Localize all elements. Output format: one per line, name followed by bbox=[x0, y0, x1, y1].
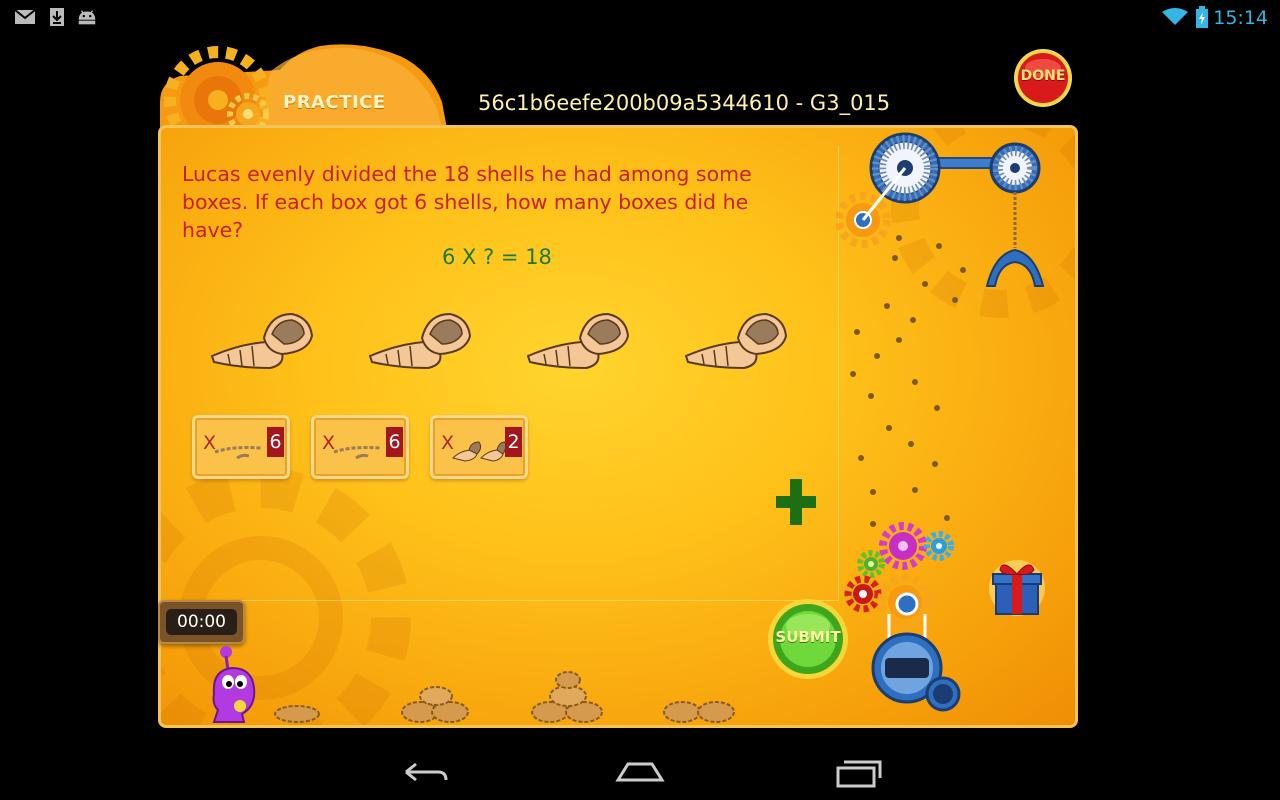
question-text: Lucas evenly divided the 18 shells he ha… bbox=[182, 162, 752, 242]
navigation-bar bbox=[0, 740, 1280, 800]
recent-apps-icon[interactable] bbox=[828, 754, 888, 788]
android-icon bbox=[78, 10, 96, 25]
submit-button[interactable]: SUBMIT bbox=[767, 598, 849, 680]
battery-icon bbox=[1196, 6, 1208, 28]
mascot-character bbox=[212, 646, 256, 723]
add-tile-button[interactable] bbox=[776, 479, 816, 525]
practice-tab-label[interactable]: PRACTICE bbox=[283, 92, 386, 113]
practice-tab-header bbox=[160, 44, 448, 134]
shell-icon[interactable] bbox=[368, 308, 472, 370]
shell-icon[interactable] bbox=[526, 308, 630, 370]
gear-machine-graphic bbox=[835, 132, 1045, 712]
timer-value: 00:00 bbox=[166, 609, 237, 635]
answer-tile[interactable]: X 6 bbox=[311, 415, 409, 479]
clock: 15:14 bbox=[1213, 7, 1268, 29]
answer-tile[interactable]: X 6 bbox=[192, 415, 290, 479]
tile-value: 6 bbox=[267, 427, 284, 457]
done-label: DONE bbox=[1020, 68, 1066, 84]
gear-pile-icon bbox=[663, 701, 735, 723]
small-shells-icon bbox=[452, 441, 507, 462]
answer-tile[interactable]: X 2 bbox=[430, 415, 528, 479]
gear-pile-icon bbox=[401, 686, 469, 723]
done-button[interactable]: DONE bbox=[1013, 48, 1073, 108]
tile-value: 6 bbox=[386, 427, 403, 457]
tile-value: 2 bbox=[505, 427, 522, 457]
session-id: 56c1b6eefe200b09a5344610 - G3_015 bbox=[478, 91, 891, 115]
shell-icon[interactable] bbox=[684, 308, 788, 370]
gmail-icon bbox=[14, 9, 36, 24]
timer: 00:00 bbox=[158, 600, 245, 644]
gift-box-icon bbox=[989, 560, 1045, 616]
small-shells-icon bbox=[214, 446, 262, 460]
home-icon[interactable] bbox=[610, 754, 670, 788]
small-shells-icon bbox=[333, 446, 381, 460]
shell-icon[interactable] bbox=[210, 308, 314, 370]
status-bar: 15:14 bbox=[0, 0, 1280, 34]
submit-label: SUBMIT bbox=[775, 628, 841, 646]
download-icon bbox=[50, 8, 64, 26]
gear-pile-icon bbox=[531, 671, 603, 723]
equation: 6 X ? = 18 bbox=[442, 245, 552, 269]
back-icon[interactable] bbox=[394, 754, 454, 788]
gear-pile-icon bbox=[274, 705, 320, 723]
wifi-icon bbox=[1162, 8, 1188, 25]
